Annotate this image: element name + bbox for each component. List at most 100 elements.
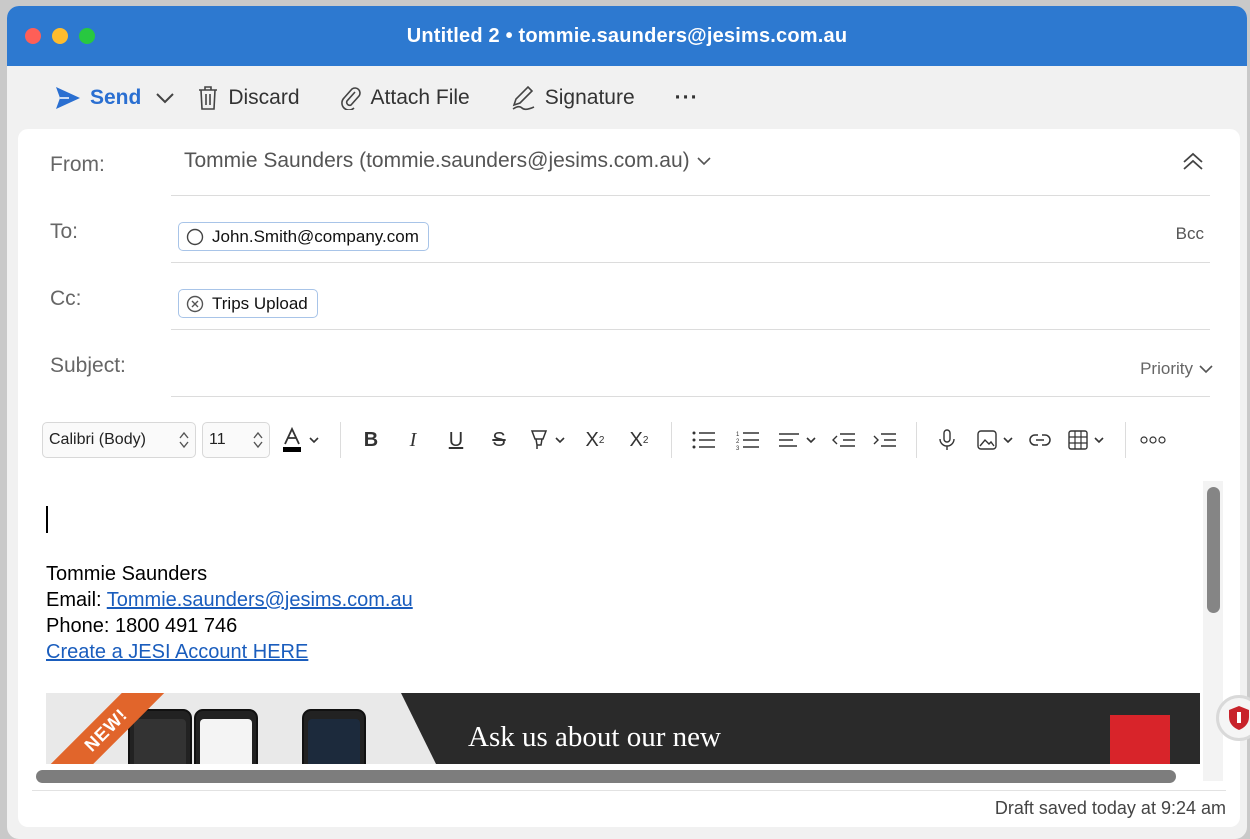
signature-phone: Phone: 1800 491 746 xyxy=(46,615,238,637)
chevron-down-icon xyxy=(309,436,319,443)
send-icon xyxy=(56,87,80,109)
font-color-icon xyxy=(283,427,301,452)
svg-text:2: 2 xyxy=(736,439,740,445)
chevron-down-icon xyxy=(156,93,175,104)
draft-status: Draft saved today at 9:24 am xyxy=(994,798,1226,818)
priority-label: Priority xyxy=(1140,359,1193,378)
insert-table-button[interactable] xyxy=(1057,422,1115,458)
chevron-down-icon xyxy=(1003,436,1013,443)
promo-banner-image: NEW! Ask us about our new xyxy=(46,693,1200,764)
phone-image xyxy=(302,709,366,764)
font-size-select[interactable]: 11 xyxy=(202,422,270,458)
from-value: Tommie Saunders (tommie.saunders@jesims.… xyxy=(184,149,690,172)
font-size: 11 xyxy=(209,431,226,448)
cc-recipient-chip[interactable]: Trips Upload xyxy=(178,289,318,318)
svg-text:3: 3 xyxy=(736,446,740,450)
bcc-button[interactable]: Bcc xyxy=(1176,224,1204,244)
horizontal-scrollbar[interactable] xyxy=(36,770,1176,783)
highlight-button[interactable] xyxy=(521,422,573,458)
divider xyxy=(32,790,1226,791)
close-window-button[interactable] xyxy=(25,28,41,44)
font-color-button[interactable] xyxy=(270,422,330,458)
strikethrough-icon[interactable]: S xyxy=(477,422,521,458)
subscript-icon[interactable]: X2 xyxy=(617,422,661,458)
send-label: Send xyxy=(90,86,142,109)
formatting-toolbar: Calibri (Body) 11 B I U S X2 X2 1 2 3 xyxy=(42,419,1222,461)
chevron-down-icon xyxy=(1199,365,1213,374)
banner-headline: Ask us about our new xyxy=(468,721,721,753)
compose-card: From: Tommie Saunders (tommie.saunders@j… xyxy=(18,129,1240,827)
to-label: To: xyxy=(50,220,79,243)
attach-file-button[interactable]: Attach File xyxy=(340,86,470,110)
paperclip-icon xyxy=(340,87,361,110)
svg-text:1: 1 xyxy=(736,432,740,438)
toolbar-separator xyxy=(671,422,672,458)
signature-pen-icon xyxy=(512,85,535,111)
window-title: Untitled 2 • tommie.saunders@jesims.com.… xyxy=(406,24,848,47)
align-button[interactable] xyxy=(770,422,824,458)
chevron-down-icon xyxy=(555,436,565,443)
to-row: To: John.Smith@company.com Bcc xyxy=(18,196,1240,263)
more-options-button[interactable]: ··· xyxy=(675,86,699,110)
from-row: From: Tommie Saunders (tommie.saunders@j… xyxy=(18,129,1240,196)
presence-circle-icon xyxy=(186,228,204,245)
table-icon xyxy=(1068,430,1088,450)
toolbar-separator xyxy=(916,422,917,458)
numbered-list-icon[interactable]: 123 xyxy=(726,422,770,458)
signature-email-line: Email: Tommie.saunders@jesims.com.au xyxy=(46,587,413,613)
text-cursor xyxy=(46,506,48,533)
italic-icon[interactable]: I xyxy=(391,422,435,458)
decrease-indent-icon[interactable] xyxy=(824,422,864,458)
stepper-icon xyxy=(253,431,263,449)
cc-row: Cc: Trips Upload xyxy=(18,263,1240,330)
superscript-icon[interactable]: X2 xyxy=(573,422,617,458)
remove-circle-icon[interactable] xyxy=(186,295,204,313)
send-button[interactable]: Send xyxy=(55,86,141,110)
microphone-icon[interactable] xyxy=(927,422,967,458)
discard-label: Discard xyxy=(228,86,300,109)
font-name: Calibri (Body) xyxy=(49,431,146,448)
more-formatting-icon[interactable] xyxy=(1136,422,1170,458)
banner-badge-logo xyxy=(1110,715,1170,764)
priority-dropdown[interactable]: Priority xyxy=(1140,359,1214,379)
vertical-scrollbar[interactable] xyxy=(1207,487,1220,613)
collapse-header-icon[interactable] xyxy=(1182,151,1204,171)
bold-icon[interactable]: B xyxy=(351,422,391,458)
from-label: From: xyxy=(50,153,105,176)
zoom-window-button[interactable] xyxy=(79,28,95,44)
cc-label: Cc: xyxy=(50,287,82,310)
more-icon: ··· xyxy=(674,86,699,109)
underline-icon[interactable]: U xyxy=(435,422,477,458)
subject-input[interactable] xyxy=(184,352,1084,378)
attach-file-label: Attach File xyxy=(370,86,470,109)
signature-label: Signature xyxy=(544,86,635,109)
chevron-down-icon xyxy=(1094,436,1104,443)
subject-label: Subject: xyxy=(50,354,126,377)
bulleted-list-icon[interactable] xyxy=(682,422,726,458)
chevron-down-icon xyxy=(806,436,816,443)
font-name-select[interactable]: Calibri (Body) xyxy=(42,422,196,458)
subject-row: Subject: Priority xyxy=(18,330,1240,397)
send-options-button[interactable] xyxy=(155,92,175,104)
signature-button[interactable]: Signature xyxy=(510,85,635,111)
window-controls xyxy=(25,28,95,44)
picture-icon xyxy=(977,430,997,450)
signature-email-prefix: Email: xyxy=(46,589,107,611)
discard-button[interactable]: Discard xyxy=(197,85,300,111)
signature-email-link[interactable]: Tommie.saunders@jesims.com.au xyxy=(107,589,413,611)
cc-recipient: Trips Upload xyxy=(212,293,308,313)
trash-icon xyxy=(199,86,218,110)
chevron-down-icon xyxy=(697,157,711,166)
to-recipient-chip[interactable]: John.Smith@company.com xyxy=(178,222,429,251)
insert-picture-button[interactable] xyxy=(967,422,1023,458)
from-selector[interactable]: Tommie Saunders (tommie.saunders@jesims.… xyxy=(184,149,712,173)
to-recipient: John.Smith@company.com xyxy=(212,226,419,246)
toolbar-separator xyxy=(340,422,341,458)
link-icon[interactable] xyxy=(1023,422,1057,458)
phone-image xyxy=(194,709,258,764)
minimize-window-button[interactable] xyxy=(52,28,68,44)
compose-window: Untitled 2 • tommie.saunders@jesims.com.… xyxy=(7,6,1247,839)
increase-indent-icon[interactable] xyxy=(864,422,906,458)
create-account-link[interactable]: Create a JESI Account HERE xyxy=(46,641,308,663)
compose-toolbar: Send Discard Attach File Signature ··· xyxy=(7,66,1247,130)
